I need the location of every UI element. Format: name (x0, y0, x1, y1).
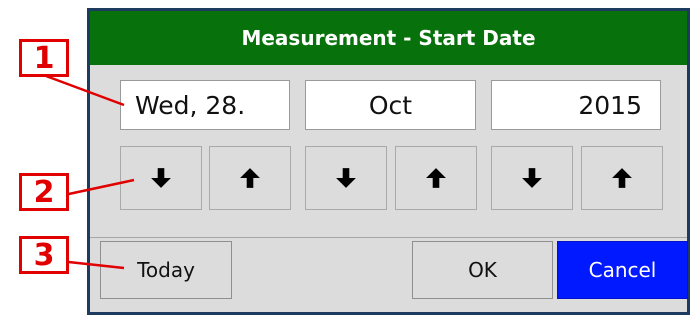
callout-1: 1 (19, 39, 69, 77)
callout-3: 3 (19, 236, 69, 274)
callout-2: 2 (19, 173, 69, 211)
callout-lines (45, 74, 135, 270)
